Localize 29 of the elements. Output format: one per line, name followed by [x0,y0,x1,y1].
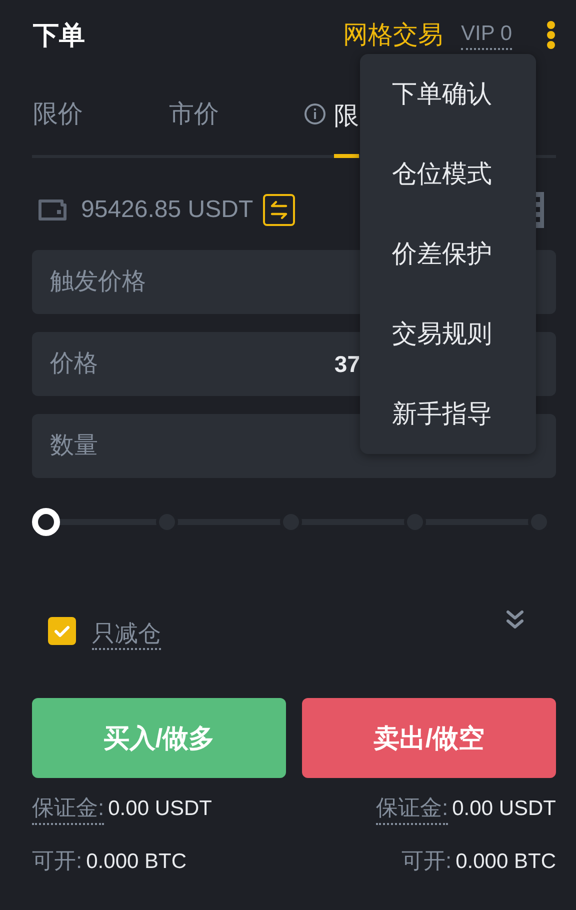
page-title: 下单 [33,19,85,51]
margin-label[interactable]: 保证金: [376,793,448,825]
available-label: 可开: [401,847,452,875]
margin-value: 0.00 USDT [452,796,556,822]
balance-amount: 95426.85 USDT [81,195,254,225]
info-icon[interactable] [304,102,326,124]
sell-button[interactable]: 卖出/做空 [302,698,556,778]
available-value: 0.000 BTC [86,849,187,875]
order-type-tab[interactable]: 市价 [169,98,219,130]
field-value: 37 [334,350,360,379]
menu-item[interactable]: 仓位模式 [392,134,536,214]
available-label: 可开: [32,847,82,875]
available-value: 0.000 BTC [456,849,556,875]
field-label: 数量 [50,431,98,461]
grid-trading-link[interactable]: 网格交易 [343,19,444,51]
slider-thumb[interactable] [32,508,60,536]
double-chevron-icon[interactable] [506,610,524,630]
field-label: 触发价格 [50,267,146,297]
margin-value: 0.00 USDT [108,796,212,822]
wallet-icon [37,198,67,222]
order-type-tab[interactable]: 限价 [33,98,83,130]
vip-level-link[interactable]: VIP 0 [461,20,512,50]
menu-item[interactable]: 下单确认 [392,54,536,134]
transfer-icon[interactable] [263,194,296,226]
field-label: 价格 [50,349,98,379]
reduce-only-label: 只减仓 [92,618,161,650]
checkbox[interactable] [48,617,76,645]
margin-label[interactable]: 保证金: [32,793,104,825]
more-menu-icon[interactable] [546,21,556,49]
